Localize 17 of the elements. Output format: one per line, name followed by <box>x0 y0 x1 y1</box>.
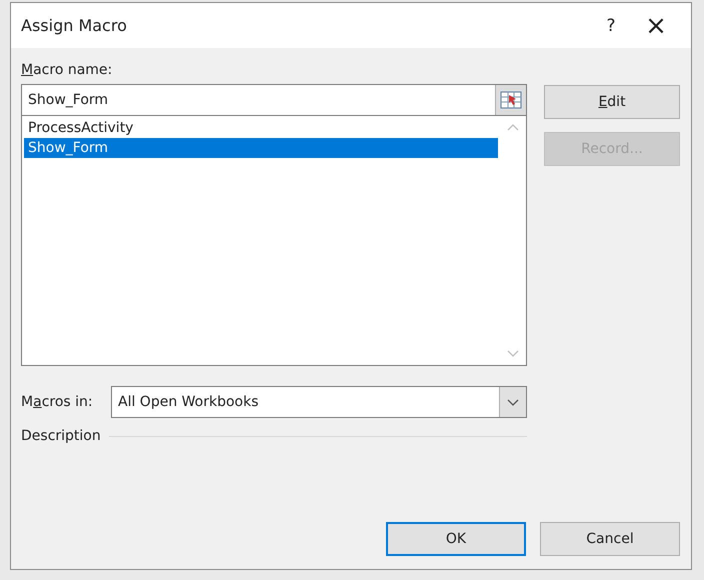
ok-button[interactable]: OK <box>386 522 526 556</box>
cancel-button[interactable]: Cancel <box>540 522 680 556</box>
chevron-down-icon <box>507 398 519 406</box>
scroll-down-icon[interactable] <box>507 350 519 357</box>
help-button[interactable]: ? <box>589 16 633 36</box>
macros-in-dropdown[interactable]: All Open Workbooks <box>111 386 527 418</box>
macro-item[interactable]: ProcessActivity <box>24 118 498 138</box>
macros-in-label: Macros in: <box>21 394 94 410</box>
macro-name-field[interactable]: Show_Form <box>21 84 527 116</box>
grid-icon[interactable] <box>495 85 526 115</box>
macro-name-label: Macro name: <box>21 62 114 78</box>
window-title: Assign Macro <box>21 16 128 35</box>
edit-button[interactable]: Edit <box>544 85 680 119</box>
scroll-up-icon[interactable] <box>507 124 519 131</box>
description-label: Description <box>21 428 101 444</box>
macro-item[interactable]: Show_Form <box>24 138 498 158</box>
close-button[interactable]: × <box>633 3 679 48</box>
